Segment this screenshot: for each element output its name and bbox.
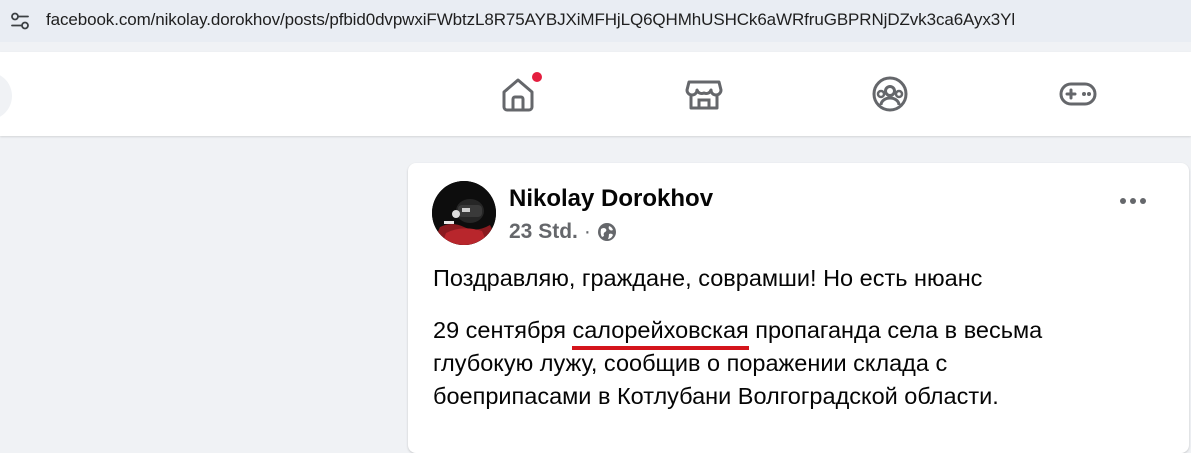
search-field-edge[interactable] [0,72,12,120]
author-name[interactable]: Nikolay Dorokhov [509,185,713,213]
text-segment: 29 сентября [433,317,573,343]
text-segment: глубокую лужу, сообщив о поражении склад… [433,350,948,376]
author-avatar[interactable] [432,181,496,245]
gaming-icon[interactable] [1058,74,1098,114]
more-options-icon[interactable] [1119,195,1147,207]
groups-icon[interactable] [870,74,910,114]
browser-address-bar[interactable]: facebook.com/nikolay.dorokhov/posts/pfbi… [0,0,1191,42]
globe-icon [597,223,616,241]
top-navigation-bar [0,52,1191,136]
text-segment: пропаганда села в весьма [748,317,1043,343]
post-card: Nikolay Dorokhov 23 Std. · Поздравляю, г… [408,163,1189,453]
url-text[interactable]: facebook.com/nikolay.dorokhov/posts/pfbi… [46,10,1015,30]
post-text: Поздравляю, граждане, соврамши! Но есть … [433,262,1123,413]
notification-dot [530,70,544,84]
post-paragraph: 29 сентября салорейховская пропаганда се… [433,314,1123,413]
post-text-line: Поздравляю, граждане, соврамши! Но есть … [433,265,983,291]
text-segment: боеприпасами в Котлубани Волгоградской о… [433,383,999,409]
underlined-word: салорейховская [572,314,749,350]
site-settings-icon[interactable] [8,9,32,33]
meta-separator: · [583,220,591,243]
post-timestamp[interactable]: 23 Std. [509,220,578,244]
marketplace-icon[interactable] [684,74,724,114]
post-meta: 23 Std. · [509,220,617,244]
